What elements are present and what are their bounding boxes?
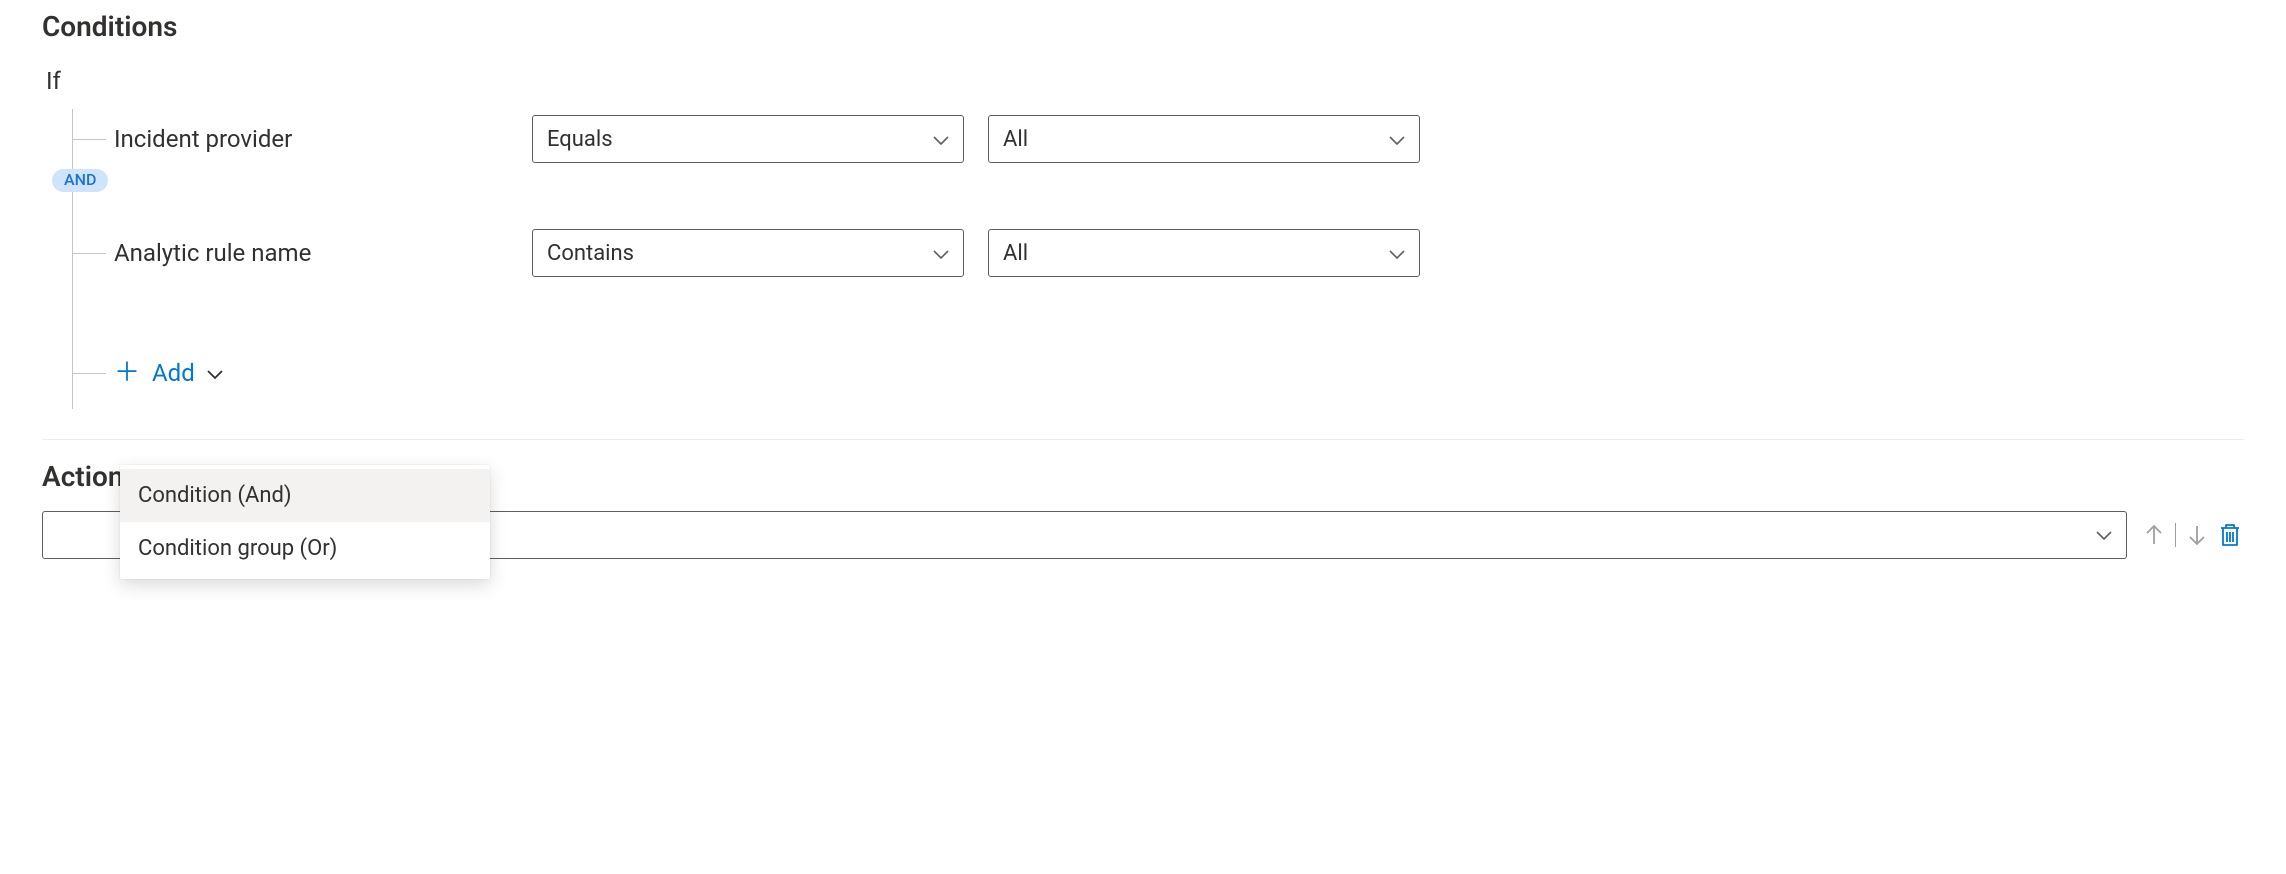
add-condition-menu: Condition (And) Condition group (Or) [120, 465, 490, 579]
chevron-down-icon [933, 241, 949, 266]
if-label: If [46, 67, 2244, 95]
operator-select[interactable]: Contains [532, 229, 964, 277]
delete-action-button[interactable] [2216, 520, 2244, 550]
divider-line [2175, 523, 2176, 547]
and-operator-badge: AND [52, 169, 108, 192]
action-reorder-controls [2141, 520, 2244, 550]
condition-row: Analytic rule name Contains All [72, 223, 2244, 283]
condition-property-label: Incident provider [72, 125, 532, 153]
value-select[interactable]: All [988, 115, 1420, 163]
condition-row: Incident provider Equals All [72, 109, 2244, 169]
menu-item-condition-and[interactable]: Condition (And) [120, 469, 490, 522]
tree-branch-line [72, 253, 106, 254]
move-down-button[interactable] [2184, 521, 2210, 549]
chevron-down-icon [207, 361, 223, 385]
chevron-down-icon [933, 127, 949, 152]
move-up-button[interactable] [2141, 521, 2167, 549]
menu-item-condition-group-or[interactable]: Condition group (Or) [120, 522, 490, 575]
value-select-value: All [1003, 241, 1028, 266]
value-select-value: All [1003, 127, 1028, 152]
chevron-down-icon [2096, 523, 2112, 547]
operator-select[interactable]: Equals [532, 115, 964, 163]
chevron-down-icon [1389, 241, 1405, 266]
condition-property-label: Analytic rule name [72, 239, 532, 267]
add-condition-button[interactable]: ＋ Add [72, 343, 223, 403]
value-select[interactable]: All [988, 229, 1420, 277]
conditions-heading: Conditions [42, 10, 2244, 43]
chevron-down-icon [1389, 127, 1405, 152]
operator-select-value: Contains [547, 241, 634, 266]
plus-icon: ＋ [114, 360, 140, 386]
operator-select-value: Equals [547, 127, 613, 152]
section-divider [42, 439, 2244, 440]
add-condition-label: Add [152, 359, 195, 387]
tree-branch-line [72, 139, 106, 140]
